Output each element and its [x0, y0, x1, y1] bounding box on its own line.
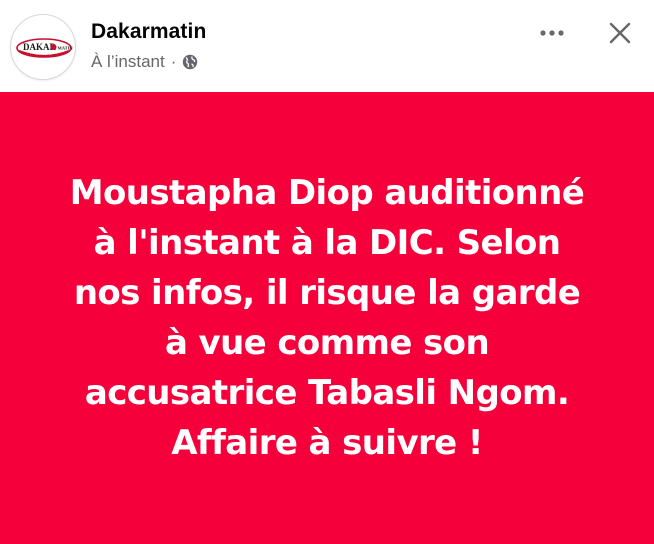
- post-text: Moustapha Diop auditionné à l'instant à …: [20, 168, 634, 468]
- post-text-line: à vue comme son: [164, 323, 490, 363]
- post-text-line: Moustapha Diop auditionné: [69, 173, 585, 213]
- dakarmatin-logo-icon: DAKAR MATIN: [16, 38, 74, 58]
- meta-separator: ·: [170, 52, 177, 71]
- more-options-button[interactable]: [532, 18, 572, 48]
- post-text-line: accusatrice Tabasli Ngom.: [84, 373, 570, 413]
- more-horizontal-icon: [540, 30, 564, 36]
- timestamp[interactable]: À l’instant: [91, 52, 165, 72]
- post-text-line: nos infos, il risque la garde: [73, 273, 581, 313]
- avatar[interactable]: DAKAR MATIN: [10, 14, 76, 80]
- post-header: DAKAR MATIN Dakarmatin À l’instant ·: [0, 0, 654, 92]
- globe-icon: [182, 54, 198, 70]
- post-text-line: à l'instant à la DIC. Selon: [93, 223, 561, 263]
- close-button[interactable]: [600, 14, 640, 52]
- post-text-line: Affaire à suivre !: [171, 423, 483, 463]
- page-name[interactable]: Dakarmatin: [91, 20, 206, 44]
- svg-text:MATIN: MATIN: [58, 46, 74, 51]
- close-icon: [609, 22, 631, 44]
- post-meta: À l’instant ·: [91, 52, 198, 72]
